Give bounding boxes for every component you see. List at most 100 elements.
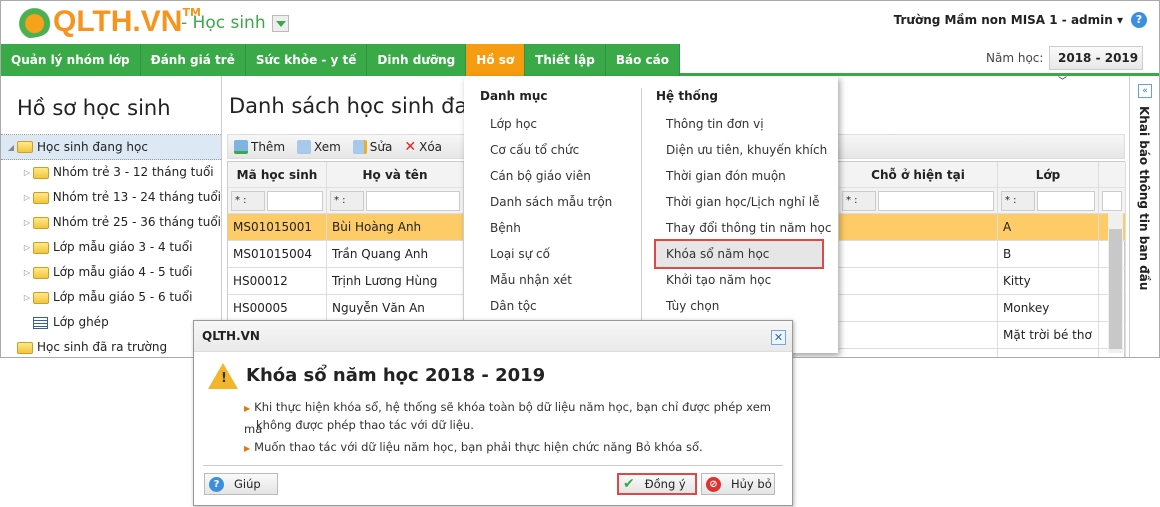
add-button[interactable]: Thêm xyxy=(234,139,285,154)
tab-quan-ly-nhom-lop[interactable]: Quản lý nhóm lớp xyxy=(1,44,141,76)
bullet-icon: ▶ xyxy=(244,404,251,413)
tree-node-label: Lớp ghép xyxy=(53,315,109,329)
column-header[interactable]: Mã học sinh xyxy=(228,162,326,188)
column-filter xyxy=(1099,188,1125,214)
tab-thiet-lap[interactable]: Thiết lập xyxy=(525,44,606,76)
grid-cell[interactable]: Bùi Hoàng Anh xyxy=(327,214,463,241)
grid-cell[interactable]: HS00005 xyxy=(228,295,326,322)
tree-node[interactable]: ▷ Nhóm trẻ 3 - 12 tháng tuổi xyxy=(1,160,221,185)
expand-arrow-icon[interactable]: ▷ xyxy=(21,285,33,310)
filter-input[interactable] xyxy=(1037,190,1095,211)
column-header[interactable] xyxy=(1099,162,1125,188)
grid-cell[interactable] xyxy=(839,214,997,241)
tree-node-label: Nhóm trẻ 3 - 12 tháng tuổi xyxy=(53,165,214,179)
filter-input[interactable] xyxy=(878,190,994,211)
collapse-arrow-icon[interactable]: ◢ xyxy=(5,135,17,160)
help-icon[interactable]: ? xyxy=(1131,12,1147,28)
tree-node-label: Học sinh đã ra trường xyxy=(37,340,168,354)
ok-button[interactable]: ✔ Đồng ý xyxy=(617,473,697,495)
filter-operator-dropdown[interactable]: * : xyxy=(231,190,265,211)
menu-item[interactable]: Tùy chọn xyxy=(654,291,719,321)
ho-so-dropdown-menu: Danh mục Hệ thống Lớp học Cơ cấu tổ chức C… xyxy=(464,76,838,353)
bullet-icon: ▶ xyxy=(244,444,251,453)
edit-icon xyxy=(352,139,367,154)
expand-icon[interactable]: « xyxy=(1138,84,1152,98)
year-label: Năm học: xyxy=(986,51,1044,65)
tree-node[interactable]: ▷ Lớp mẫu giáo 4 - 5 tuổi xyxy=(1,260,221,285)
student-tree: ◢ Học sinh đang học ▷ Nhóm trẻ 3 - 12 tháng… xyxy=(1,134,221,357)
grid-cell[interactable]: Trần Quang Anh xyxy=(327,241,463,268)
column-header[interactable]: Chỗ ở hiện tại xyxy=(839,162,997,188)
grid-cell[interactable] xyxy=(839,241,997,268)
tree-node[interactable]: ◢ Học sinh đang học xyxy=(1,135,221,160)
check-icon: ✔ xyxy=(623,476,635,492)
tree-node[interactable]: ▷ Nhóm trẻ 25 - 36 tháng tuổi xyxy=(1,210,221,235)
filter-operator-dropdown[interactable]: * : xyxy=(842,190,876,211)
tree-node-label: Lớp mẫu giáo 4 - 5 tuổi xyxy=(53,265,193,279)
confirm-dialog: QLTH.VN ✕ ! Khóa sổ năm học 2018 - 2019 … xyxy=(193,320,793,506)
expand-arrow-icon[interactable]: ▷ xyxy=(21,210,33,235)
tab-ho-so[interactable]: Hồ sơ xyxy=(466,44,526,76)
tab-dinh-duong[interactable]: Dinh dưỡng xyxy=(367,44,467,76)
page-title: Danh sách học sinh đang xyxy=(229,94,494,118)
grid-cell[interactable]: Nguyễn Văn An xyxy=(327,295,463,322)
expand-arrow-icon[interactable]: ▷ xyxy=(21,185,33,210)
filter-operator-dropdown[interactable]: * : xyxy=(1001,190,1035,211)
filter-operator-dropdown[interactable]: * : xyxy=(330,190,364,211)
folder-icon xyxy=(33,291,49,304)
left-panel: Hồ sơ học sinh ◢ Học sinh đang học ▷ Nhóm t… xyxy=(1,76,222,357)
filter-input[interactable] xyxy=(1102,190,1122,211)
help-button[interactable]: ? Giúp xyxy=(204,473,278,495)
tree-node[interactable]: Học sinh đã ra trường xyxy=(1,335,221,357)
grid-cell[interactable]: HS00012 xyxy=(228,268,326,295)
side-panel-label[interactable]: Khai báo thông tin ban đầu xyxy=(1137,106,1151,290)
module-selector[interactable]: - Học sinh xyxy=(181,13,289,33)
tree-node-label: Nhóm trẻ 25 - 36 tháng tuổi xyxy=(52,215,221,229)
grid-cell[interactable]: Kitty xyxy=(998,268,1098,295)
expand-arrow-icon[interactable]: ▷ xyxy=(21,160,33,185)
scrollbar-thumb[interactable] xyxy=(1109,229,1122,349)
tree-node-label: Lớp mẫu giáo 5 - 6 tuổi xyxy=(53,290,193,304)
folder-icon xyxy=(33,241,49,254)
grid-cell[interactable]: A xyxy=(998,214,1098,241)
grid-cell[interactable]: MS01015004 xyxy=(228,241,326,268)
tree-node[interactable]: ▷ Lớp mẫu giáo 5 - 6 tuổi xyxy=(1,285,221,310)
tab-bao-cao[interactable]: Báo cáo xyxy=(605,44,680,76)
filter-input[interactable] xyxy=(366,190,460,211)
menu-item[interactable]: Dân tộc xyxy=(478,291,537,321)
grid-cell[interactable] xyxy=(839,322,997,349)
tree-node[interactable]: ▷ Nhóm trẻ 13 - 24 tháng tuổi xyxy=(1,185,221,210)
folder-icon xyxy=(17,341,33,354)
grid-cell[interactable]: MS01015001 xyxy=(228,214,326,241)
grid-cell[interactable]: Trịnh Lương Hùng xyxy=(327,268,463,295)
delete-button[interactable]: ✕ Xóa xyxy=(404,139,442,155)
tree-node[interactable]: ▷ Lớp mẫu giáo 3 - 4 tuổi xyxy=(1,235,221,260)
grid-cell[interactable]: Mặt trời bé thơ xyxy=(998,322,1098,349)
close-icon[interactable]: ✕ xyxy=(771,330,786,345)
column-filter: * : xyxy=(998,188,1098,214)
tab-suc-khoe[interactable]: Sức khỏe - y tế xyxy=(245,44,368,76)
grid-cell[interactable]: B xyxy=(998,241,1098,268)
tree-node-label: Học sinh đang học xyxy=(37,139,148,154)
dialog-heading: Khóa sổ năm học 2018 - 2019 xyxy=(246,365,546,386)
add-icon xyxy=(234,139,248,154)
expand-arrow-icon[interactable]: ▷ xyxy=(21,235,33,260)
view-icon xyxy=(297,139,312,154)
list-icon xyxy=(33,316,48,329)
expand-arrow-icon[interactable]: ▷ xyxy=(21,260,33,285)
grid-cell[interactable] xyxy=(839,295,997,322)
tab-danh-gia-tre[interactable]: Đánh giá trẻ xyxy=(140,44,246,76)
edit-button[interactable]: Sửa xyxy=(352,139,392,154)
view-button[interactable]: Xem xyxy=(297,139,341,154)
grid-cell[interactable]: Monkey xyxy=(998,295,1098,322)
column-header[interactable]: Lớp xyxy=(998,162,1098,188)
tree-node[interactable]: Lớp ghép xyxy=(1,310,221,335)
cancel-button[interactable]: ⊘ Hủy bỏ xyxy=(701,473,775,495)
chevron-down-icon[interactable] xyxy=(271,14,289,32)
filter-input[interactable] xyxy=(267,190,323,211)
user-menu[interactable]: Trường Mầm non MISA 1 - admin ▾ xyxy=(894,13,1123,27)
year-dropdown[interactable]: 2018 - 2019 ﹀ xyxy=(1049,46,1143,87)
column-header[interactable]: Họ và tên xyxy=(327,162,463,188)
grid-cell[interactable] xyxy=(839,268,997,295)
cancel-icon: ⊘ xyxy=(706,476,721,492)
